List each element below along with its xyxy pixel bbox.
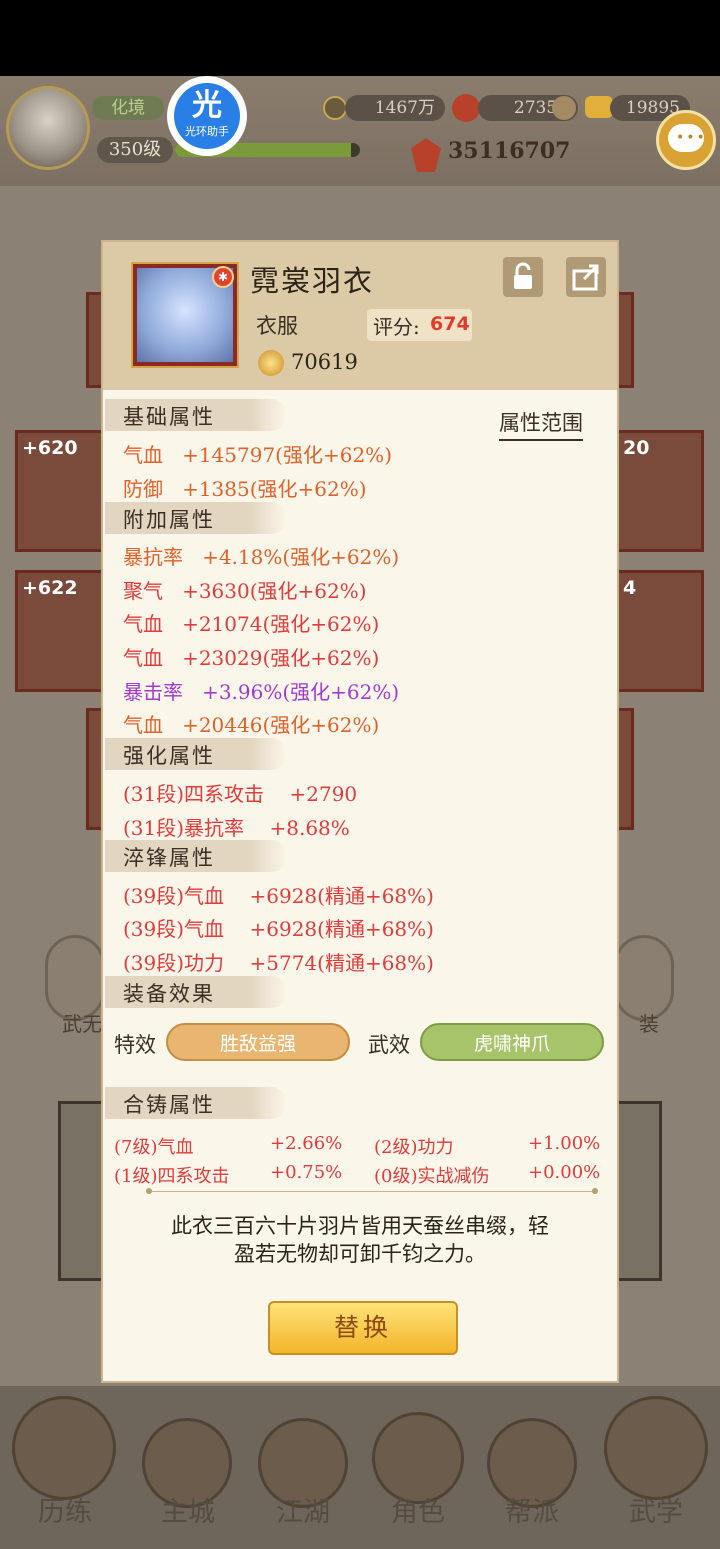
top-hud	[0, 76, 720, 186]
temper-stat-line: (39段)气血 +6928(精通+68%)	[123, 884, 434, 908]
bg-frame-right	[614, 1101, 662, 1281]
section-title-alloy: 合铸属性	[123, 1093, 215, 1117]
alloy-left-name: (1级)四系攻击	[114, 1166, 230, 1187]
special-effect-button[interactable]: 胜敌益强	[166, 1023, 350, 1061]
gem-value: 70619	[291, 350, 358, 374]
flame-icon	[452, 94, 480, 122]
nav-icon-martial[interactable]	[604, 1396, 708, 1500]
nav-label[interactable]: 主城	[133, 1490, 243, 1529]
temper-stat-line: (39段)气血 +6928(精通+68%)	[123, 917, 434, 941]
nav-label[interactable]: 角色	[363, 1490, 473, 1529]
extra-stat-line: 气血 +21074(强化+62%)	[123, 612, 380, 636]
gem-icon	[258, 350, 284, 376]
alloy-right-value: +0.00%	[528, 1162, 601, 1183]
bg-side-button-left: 武无	[45, 935, 105, 1036]
level-label: 350级	[97, 137, 173, 163]
extra-stat-line: 暴击率 +3.96%(强化+62%)	[123, 680, 400, 704]
bowl-icon	[552, 96, 576, 120]
alloy-right-name: (0级)实战减伤	[374, 1166, 490, 1187]
badge-char: 光	[192, 88, 222, 123]
extra-stat-line: 聚气 +3630(强化+62%)	[123, 579, 367, 603]
alloy-right-value: +1.00%	[528, 1133, 601, 1154]
bg-side-button-right: 装	[614, 935, 674, 1036]
attribute-range-link[interactable]: 属性范围	[499, 407, 583, 441]
badge-label: 光环助手	[185, 125, 229, 138]
overlay-badge-logo: 光 光环助手	[174, 83, 240, 149]
score-value: 674	[430, 313, 470, 335]
nav-label[interactable]: 帮派	[477, 1490, 587, 1529]
replace-button[interactable]: 替换	[268, 1301, 458, 1355]
divider	[152, 1191, 592, 1192]
chat-dots-icon: •••	[676, 130, 707, 146]
side-button-label: 武无	[62, 1012, 102, 1036]
slot-label: +622	[22, 577, 78, 599]
extra-stat-line: 气血 +23029(强化+62%)	[123, 646, 380, 670]
nav-label[interactable]: 武学	[601, 1490, 711, 1529]
nav-icon-training[interactable]	[12, 1396, 116, 1500]
section-title-enhance: 强化属性	[123, 744, 215, 768]
enhance-stat-line: (31段)四系攻击 +2790	[123, 782, 358, 806]
item-type: 衣服	[256, 314, 298, 338]
lock-icon[interactable]	[503, 257, 543, 297]
alloy-left-value: +2.66%	[270, 1133, 343, 1154]
nav-label[interactable]: 历练	[10, 1490, 120, 1529]
score-label: 评分:	[373, 315, 420, 339]
item-description: 此衣三百六十片羽片皆用天蚕丝串缀，轻 盈若无物却可卸千钧之力。	[120, 1212, 600, 1268]
base-stat-line: 气血 +145797(强化+62%)	[123, 443, 392, 467]
side-button-label: 装	[639, 1012, 659, 1036]
combat-power: 35116707	[448, 138, 571, 164]
share-icon[interactable]	[566, 257, 606, 297]
slot-label: 4	[623, 577, 637, 599]
item-name: 霓裳羽衣	[250, 264, 375, 298]
martial-effect-label: 武效	[368, 1033, 410, 1057]
currency-coins: 1467万	[345, 95, 445, 121]
gold-ingot-icon	[585, 96, 613, 118]
rarity-star-icon: ✱	[212, 266, 234, 288]
base-stat-line: 防御 +1385(强化+62%)	[123, 477, 367, 501]
player-avatar[interactable]	[6, 86, 90, 170]
extra-stat-line: 气血 +20446(强化+62%)	[123, 713, 380, 737]
coin-icon	[323, 96, 347, 120]
realm-label: 化境	[92, 96, 164, 120]
temper-stat-line: (39段)功力 +5774(精通+68%)	[123, 951, 434, 975]
status-bar	[0, 0, 720, 76]
description-line: 此衣三百六十片羽片皆用天蚕丝串缀，轻	[171, 1214, 549, 1238]
alloy-left-value: +0.75%	[270, 1162, 343, 1183]
section-title-temper: 淬锋属性	[123, 846, 215, 870]
extra-stat-line: 暴抗率 +4.18%(强化+62%)	[123, 545, 400, 569]
bg-frame-left	[58, 1101, 104, 1281]
bg-slot-right-1: 20	[614, 430, 704, 552]
alloy-left-name: (7级)气血	[114, 1137, 194, 1158]
divider-dot	[592, 1188, 598, 1194]
bg-slot-left-2: +622	[15, 570, 105, 692]
section-title-base: 基础属性	[123, 405, 215, 429]
slot-label: 20	[623, 437, 650, 459]
alloy-right-name: (2级)功力	[374, 1137, 454, 1158]
martial-effect-button[interactable]: 虎啸神爪	[420, 1023, 604, 1061]
divider-dot	[146, 1188, 152, 1194]
section-title-effects: 装备效果	[123, 982, 215, 1006]
description-line: 盈若无物却可卸千钧之力。	[234, 1242, 486, 1266]
bg-slot-right-2: 4	[614, 570, 704, 692]
enhance-stat-line: (31段)暴抗率 +8.68%	[123, 816, 350, 840]
slot-label: +620	[22, 437, 78, 459]
bg-slot-left-1: +620	[15, 430, 105, 552]
special-effect-label: 特效	[114, 1033, 156, 1057]
nav-label[interactable]: 江湖	[248, 1490, 358, 1529]
section-title-extra: 附加属性	[123, 508, 215, 532]
